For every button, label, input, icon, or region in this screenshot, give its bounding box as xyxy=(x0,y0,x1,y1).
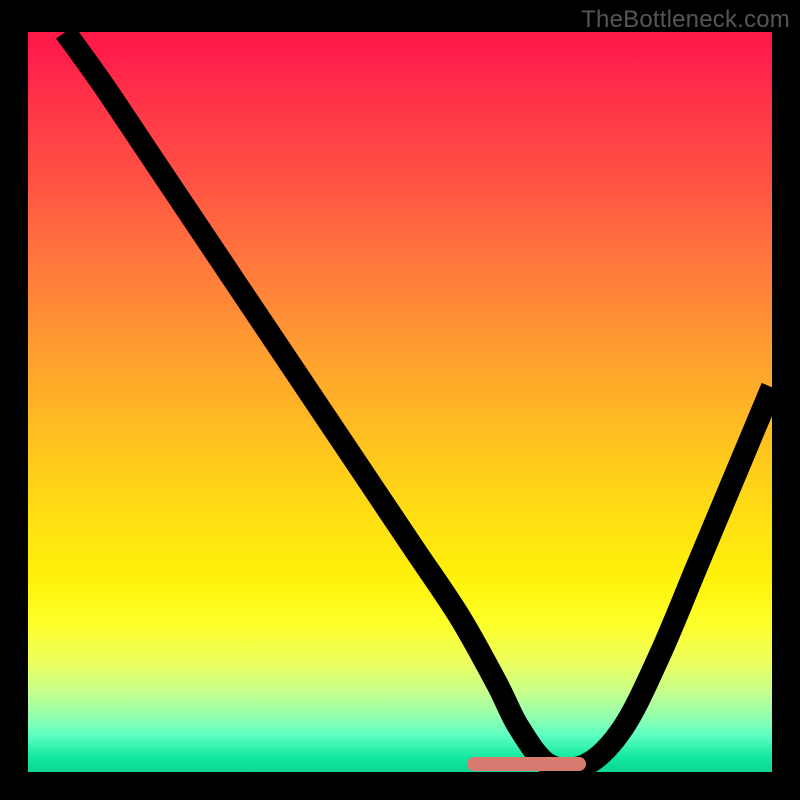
bottleneck-highlight xyxy=(467,757,586,771)
chart-frame: TheBottleneck.com xyxy=(0,0,800,800)
plot-area xyxy=(28,32,772,772)
main-curve xyxy=(65,32,772,769)
chart-svg xyxy=(28,32,772,772)
watermark-label: TheBottleneck.com xyxy=(581,6,790,34)
